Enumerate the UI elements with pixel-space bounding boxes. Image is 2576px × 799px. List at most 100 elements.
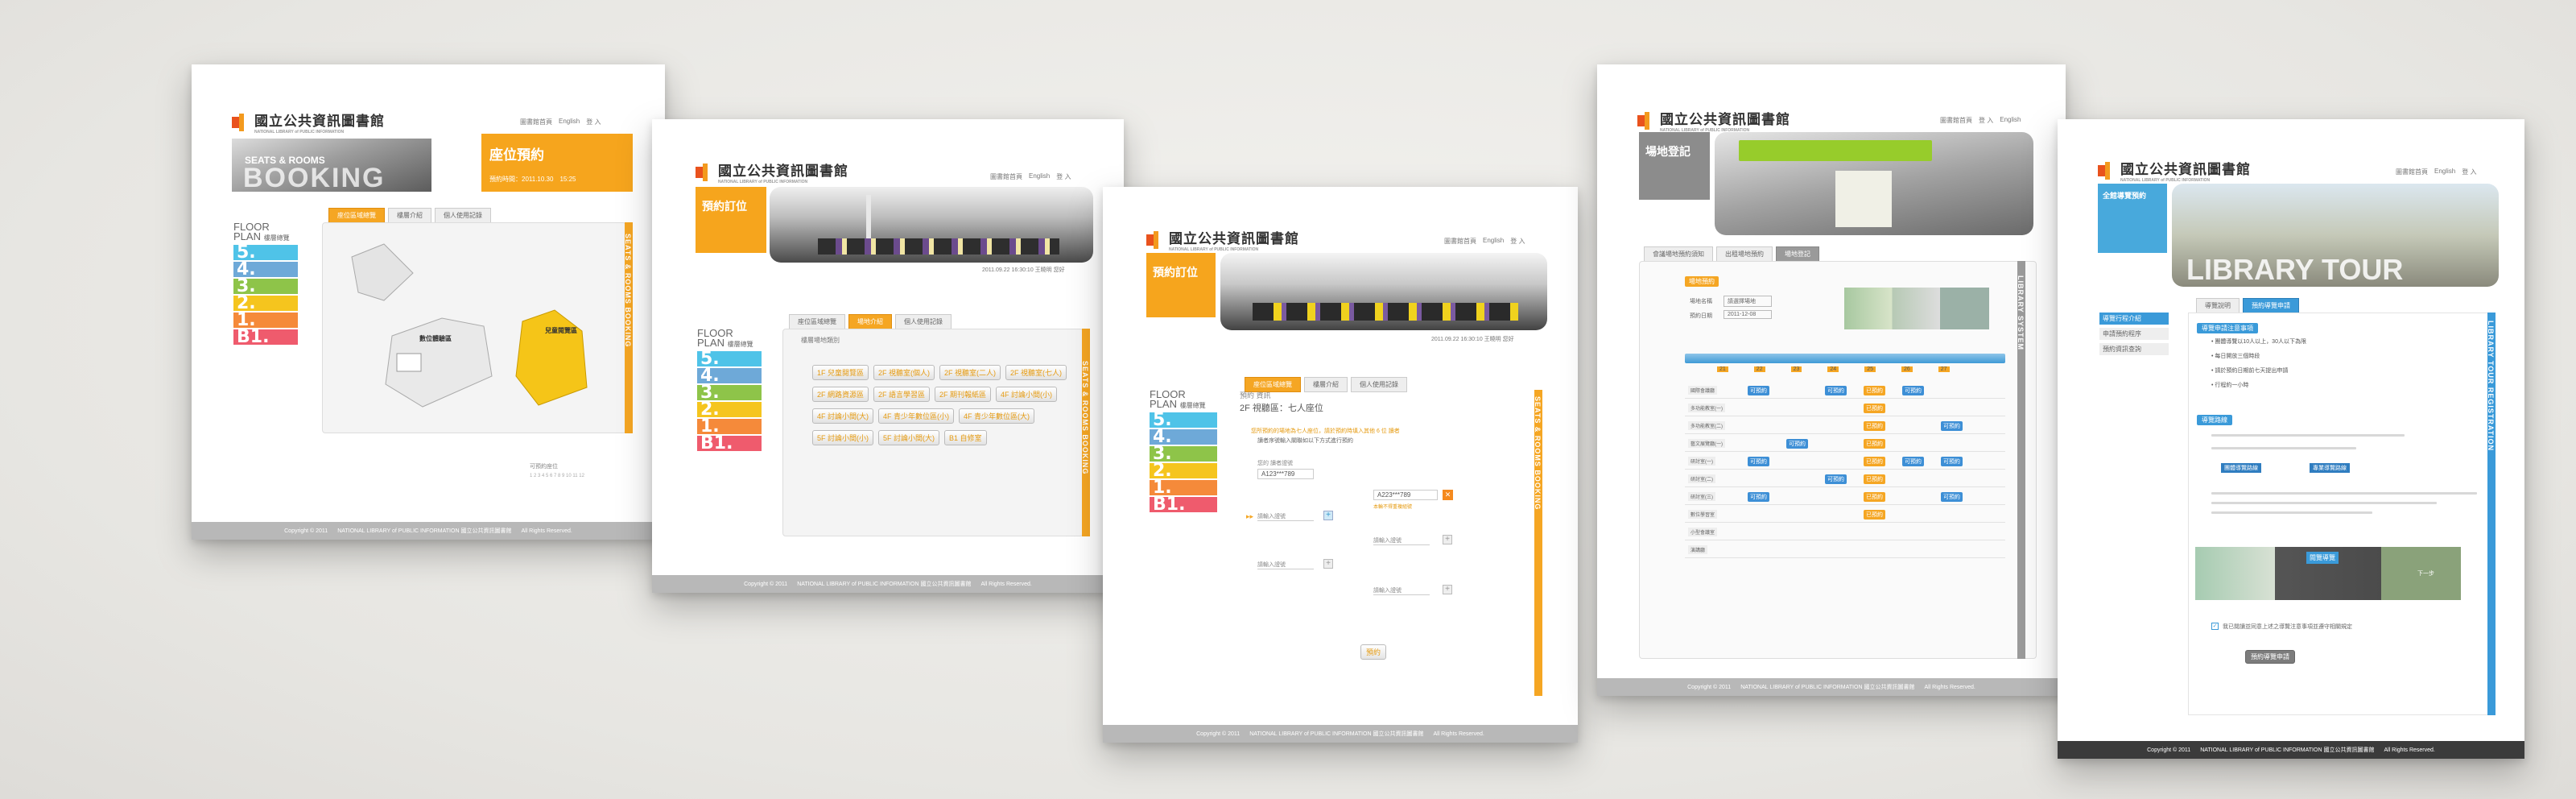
tab-rental-booking[interactable]: 出租場地預約 — [1716, 246, 1773, 262]
apply-button[interactable]: 預約導覽申請 — [2245, 650, 2295, 664]
logo[interactable]: 國立公共資訊圖書館 NATIONAL LIBRARY of PUBLIC INFO… — [1146, 227, 1299, 252]
link-sitemap[interactable]: 圖書館首頁 — [1444, 237, 1476, 246]
floor-4-button[interactable]: 4. — [1150, 428, 1217, 446]
room-button[interactable]: 5F 討論小間(大) — [878, 430, 939, 445]
floor-1-button[interactable]: 1. — [697, 418, 762, 436]
top-links: 圖書館首頁 English 登 入 — [520, 118, 601, 126]
floor-map[interactable] — [323, 223, 627, 434]
floor-5-button[interactable]: 5. — [697, 350, 762, 368]
tab-room-intro[interactable]: 場地介紹 — [848, 314, 892, 329]
menu-apply[interactable]: 申請預約程序 — [2099, 328, 2169, 340]
room-button[interactable]: B1 自修室 — [944, 430, 987, 445]
link-english[interactable]: English — [2000, 116, 2021, 125]
available-tag[interactable]: 可預約 — [1941, 457, 1963, 466]
link-sitemap[interactable]: 圖書館首頁 — [2396, 168, 2428, 176]
link-sitemap[interactable]: 圖書館首頁 — [990, 172, 1022, 181]
tab-venue-rules[interactable]: 會議場地預約須知 — [1644, 246, 1713, 262]
room-button[interactable]: 4F 青少年數位區(大) — [959, 408, 1034, 424]
logo[interactable]: 國立公共資訊圖書館 NATIONAL LIBRARY of PUBLIC INFO… — [232, 110, 385, 135]
available-tag[interactable]: 可預約 — [1941, 492, 1963, 502]
floor-2-button[interactable]: 2. — [233, 295, 298, 313]
area-digital[interactable]: 數位體驗區 — [419, 334, 452, 343]
remove-member-icon[interactable]: ✕ — [1443, 490, 1453, 500]
route-link-group[interactable]: 團體導覽路線 — [2221, 463, 2261, 473]
link-english[interactable]: English — [1029, 172, 1050, 181]
link-login[interactable]: 登 入 — [1979, 116, 1993, 125]
member-input-4[interactable]: 請輸入證號 — [1373, 586, 1430, 595]
submit-button[interactable]: 預約 — [1360, 644, 1387, 660]
available-tag[interactable]: 可預約 — [1748, 457, 1769, 466]
available-tag[interactable]: 可預約 — [1786, 439, 1808, 449]
link-sitemap[interactable]: 圖書館首頁 — [520, 118, 552, 126]
room-button[interactable]: 2F 語言學習區 — [873, 387, 931, 402]
tab-floor-intro[interactable]: 樓層介紹 — [388, 208, 431, 223]
area-children[interactable]: 兒童閱覽區 — [545, 326, 577, 335]
available-tag[interactable]: 可預約 — [1902, 386, 1924, 395]
add-member-icon-1[interactable]: + — [1323, 511, 1333, 520]
logo[interactable]: 國立公共資訊圖書館 NATIONAL LIBRARY of PUBLIC INFO… — [696, 159, 848, 184]
room-button[interactable]: 4F 青少年數位區(小) — [878, 408, 954, 424]
available-tag[interactable]: 可預約 — [1748, 492, 1769, 502]
floor-4-button[interactable]: 4. — [697, 367, 762, 385]
room-button[interactable]: 2F 視聽室(個人) — [873, 365, 935, 380]
tab-history[interactable]: 個人使用記錄 — [895, 314, 952, 329]
link-login[interactable]: 登 入 — [1056, 172, 1071, 181]
floor-1-button[interactable]: 1. — [1150, 479, 1217, 497]
member-id-field[interactable]: A223***789 — [1373, 490, 1438, 500]
member-input-1[interactable]: 請輸入證號 — [1257, 512, 1314, 521]
room-button[interactable]: 5F 討論小間(小) — [812, 430, 873, 445]
link-login[interactable]: 登 入 — [2462, 168, 2476, 176]
route-link-pro[interactable]: 專業導覽路線 — [2310, 463, 2350, 473]
room-button[interactable]: 2F 期刊報紙區 — [935, 387, 992, 402]
available-tag[interactable]: 可預約 — [1748, 386, 1769, 395]
tab-venue-registration[interactable]: 場地登記 — [1776, 246, 1819, 262]
available-tag[interactable]: 可預約 — [1825, 474, 1847, 484]
date-select[interactable]: 2011-12-08 — [1724, 310, 1772, 319]
link-english[interactable]: English — [2434, 168, 2455, 176]
member-input-2[interactable]: 請輸入證號 — [1373, 536, 1430, 545]
menu-query[interactable]: 預約資訊查詢 — [2099, 343, 2169, 355]
floor-3-button[interactable]: 3. — [1150, 445, 1217, 463]
floor-b1-button[interactable]: B1. — [697, 435, 762, 453]
tab-tour-info[interactable]: 導覽說明 — [2196, 298, 2240, 313]
room-button[interactable]: 4F 討論小間(小) — [996, 387, 1058, 402]
add-member-icon-3[interactable]: + — [1323, 559, 1333, 569]
available-tag[interactable]: 可預約 — [1825, 386, 1847, 395]
add-member-icon-2[interactable]: + — [1443, 535, 1452, 544]
room-button[interactable]: 2F 視聽室(二人) — [939, 365, 1001, 380]
room-button[interactable]: 1F 兒童閱覽區 — [812, 365, 869, 380]
tab-history[interactable]: 個人使用記錄 — [435, 208, 491, 223]
floor-5-button[interactable]: 5. — [1150, 412, 1217, 429]
link-sitemap[interactable]: 圖書館首頁 — [1940, 116, 1972, 125]
floor-b1-button[interactable]: B1. — [233, 329, 298, 346]
tab-tour-apply[interactable]: 預約導覽申請 — [2243, 298, 2299, 313]
menu-tour-intro[interactable]: 導覽行程介紹 — [2099, 313, 2169, 325]
logo[interactable]: 國立公共資訊圖書館 NATIONAL LIBRARY of PUBLIC INFO… — [1637, 108, 1790, 133]
room-button[interactable]: 4F 討論小間(大) — [812, 408, 873, 424]
venue-select[interactable]: 請選擇場地 — [1724, 296, 1772, 307]
link-login[interactable]: 登 入 — [1510, 237, 1525, 246]
tab-seat-overview[interactable]: 座位區域總覽 — [789, 314, 845, 329]
available-tag[interactable]: 可預約 — [1941, 421, 1963, 431]
floor-2-button[interactable]: 2. — [697, 401, 762, 419]
logo[interactable]: 國立公共資訊圖書館 NATIONAL LIBRARY of PUBLIC INFO… — [2098, 158, 2251, 183]
room-button[interactable]: 2F 網路資源區 — [812, 387, 869, 402]
floor-5-button[interactable]: 5. — [233, 244, 298, 262]
floor-3-button[interactable]: 3. — [697, 384, 762, 402]
floor-4-button[interactable]: 4. — [233, 261, 298, 279]
available-tag[interactable]: 可預約 — [1902, 457, 1924, 466]
link-english[interactable]: English — [1483, 237, 1504, 246]
floor-1-button[interactable]: 1. — [233, 312, 298, 329]
link-english[interactable]: English — [559, 118, 580, 126]
agree-checkbox[interactable]: ✓ — [2211, 623, 2219, 630]
floor-2-button[interactable]: 2. — [1150, 462, 1217, 480]
room-button[interactable]: 2F 視聽室(七人) — [1005, 365, 1067, 380]
member-input-3[interactable]: 請輸入證號 — [1257, 561, 1314, 569]
add-member-icon-4[interactable]: + — [1443, 585, 1452, 594]
link-login[interactable]: 登 入 — [586, 118, 601, 126]
floor-b1-button[interactable]: B1. — [1150, 496, 1217, 514]
next-link[interactable]: 下一步 — [2417, 569, 2434, 578]
tour-photo-strip[interactable]: 閱覽導覽 下一步 — [2195, 547, 2461, 600]
floor-3-button[interactable]: 3. — [233, 278, 298, 296]
tab-seat-overview[interactable]: 座位區域總覽 — [328, 208, 385, 223]
